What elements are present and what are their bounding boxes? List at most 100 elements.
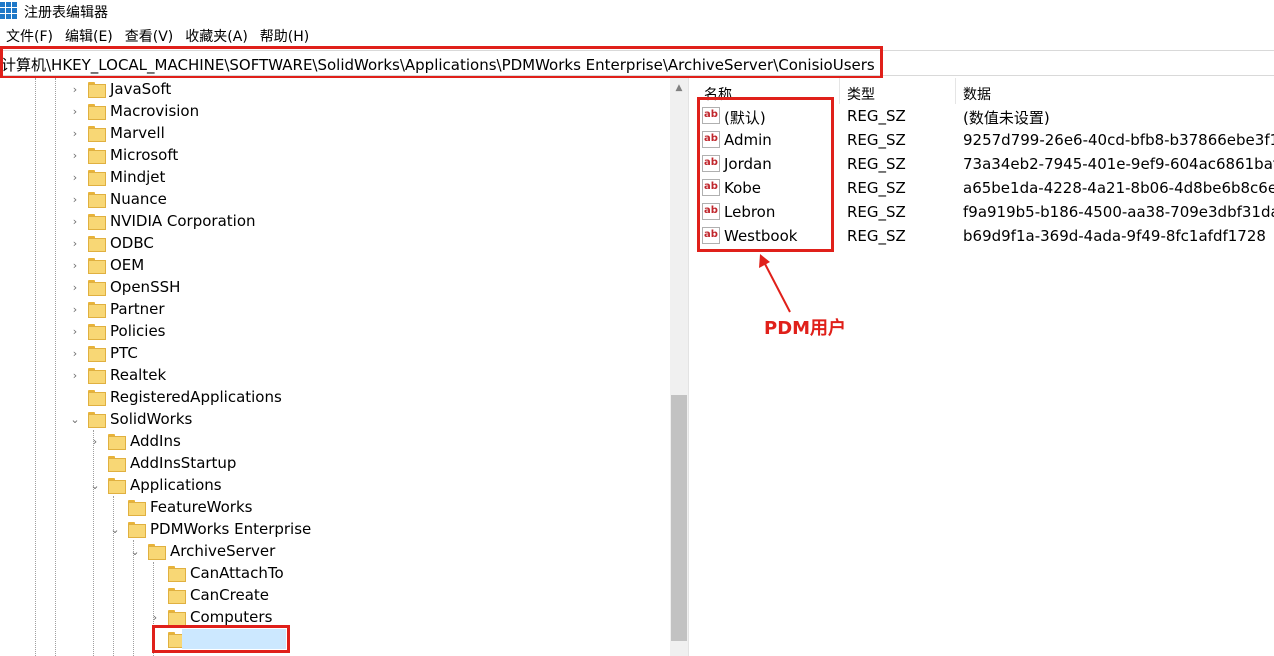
- tree-item[interactable]: ⌄ SolidWorks: [68, 408, 192, 430]
- pane-splitter[interactable]: [688, 78, 696, 656]
- chevron-right-icon[interactable]: ›: [68, 276, 82, 298]
- tree-item[interactable]: › Realtek: [68, 364, 166, 386]
- chevron-right-icon[interactable]: ›: [68, 210, 82, 232]
- no-expander: [148, 562, 162, 584]
- chevron-right-icon[interactable]: ›: [68, 364, 82, 386]
- window-title: 注册表编辑器: [24, 5, 108, 21]
- chevron-right-icon[interactable]: ›: [68, 232, 82, 254]
- tree-item[interactable]: › Policies: [68, 320, 165, 342]
- tree-item[interactable]: › OpenSSH: [68, 276, 180, 298]
- value-data: 9257d799-26e6-40cd-bfb8-b37866ebe3f1: [963, 131, 1274, 149]
- selected-key-highlight-box: [152, 625, 290, 653]
- value-type: REG_SZ: [847, 155, 906, 173]
- tree-item-label: CanCreate: [190, 586, 270, 604]
- column-header-type[interactable]: 类型: [847, 82, 875, 106]
- tree-item[interactable]: RegisteredApplications: [68, 386, 282, 408]
- tree-item[interactable]: AddInsStartup: [88, 452, 236, 474]
- tree-item-label: OEM: [110, 256, 145, 274]
- tree-item[interactable]: › PTC: [68, 342, 138, 364]
- chevron-right-icon[interactable]: ›: [68, 144, 82, 166]
- folder-icon: [148, 544, 166, 560]
- scroll-up-icon[interactable]: ▲: [671, 80, 687, 96]
- chevron-down-icon[interactable]: ⌄: [68, 408, 82, 430]
- tree-item[interactable]: › Microsoft: [68, 144, 178, 166]
- chevron-right-icon[interactable]: ›: [68, 166, 82, 188]
- tree-item[interactable]: ⌄ PDMWorks Enterprise: [108, 518, 311, 540]
- tree-item[interactable]: CanCreate: [148, 584, 269, 606]
- folder-icon: [88, 390, 106, 406]
- tree-item-label: SolidWorks: [110, 410, 193, 428]
- title-bar: 注册表编辑器: [0, 0, 1274, 24]
- tree-item[interactable]: CanAttachTo: [148, 562, 284, 584]
- tree-scrollbar-thumb[interactable]: [671, 395, 687, 641]
- tree-item-label: AddIns: [130, 432, 181, 450]
- tree-item-label: Marvell: [110, 124, 165, 142]
- folder-icon: [168, 566, 186, 582]
- tree-item-label: Mindjet: [110, 168, 166, 186]
- tree-item[interactable]: FeatureWorks: [108, 496, 252, 518]
- value-data: f9a919b5-b186-4500-aa38-709e3dbf31da: [963, 203, 1274, 221]
- chevron-right-icon[interactable]: ›: [68, 188, 82, 210]
- chevron-down-icon[interactable]: ⌄: [108, 518, 122, 540]
- tree-item[interactable]: › JavaSoft: [68, 78, 171, 100]
- chevron-right-icon[interactable]: ›: [68, 254, 82, 276]
- annotation-arrow-icon: [759, 254, 791, 313]
- value-data: (数值未设置): [963, 109, 1050, 127]
- folder-icon: [88, 148, 106, 164]
- tree-item[interactable]: › Partner: [68, 298, 165, 320]
- chevron-right-icon[interactable]: ›: [68, 78, 82, 100]
- chevron-right-icon[interactable]: ›: [88, 430, 102, 452]
- tree-item[interactable]: › NVIDIA Corporation: [68, 210, 256, 232]
- no-expander: [88, 452, 102, 474]
- tree-item-label: Applications: [130, 476, 222, 494]
- folder-icon: [88, 82, 106, 98]
- menu-view[interactable]: 查看(V): [119, 26, 180, 48]
- tree-item[interactable]: ⌄ Applications: [88, 474, 222, 496]
- tree-item-label: Nuance: [110, 190, 167, 208]
- folder-icon: [88, 214, 106, 230]
- folder-icon: [168, 588, 186, 604]
- tree-item[interactable]: › OEM: [68, 254, 144, 276]
- tree-item-label: AddInsStartup: [130, 454, 237, 472]
- column-header-data[interactable]: 数据: [963, 82, 991, 106]
- folder-icon: [168, 610, 186, 626]
- tree-item-label: Microsoft: [110, 146, 179, 164]
- tree-item[interactable]: › Nuance: [68, 188, 167, 210]
- folder-icon: [88, 302, 106, 318]
- folder-icon: [88, 236, 106, 252]
- no-expander: [68, 386, 82, 408]
- value-type: REG_SZ: [847, 203, 906, 221]
- chevron-right-icon[interactable]: ›: [68, 122, 82, 144]
- value-data: a65be1da-4228-4a21-8b06-4d8be6b8c6e1: [963, 179, 1274, 197]
- tree-item[interactable]: ⌄ ArchiveServer: [128, 540, 275, 562]
- folder-icon: [88, 280, 106, 296]
- folder-icon: [88, 368, 106, 384]
- tree-item-label: NVIDIA Corporation: [110, 212, 256, 230]
- folder-icon: [88, 324, 106, 340]
- tree-item[interactable]: › AddIns: [88, 430, 181, 452]
- chevron-down-icon[interactable]: ⌄: [88, 474, 102, 496]
- tree-item[interactable]: › Marvell: [68, 122, 165, 144]
- user-names-highlight-box: [697, 97, 834, 252]
- chevron-right-icon[interactable]: ›: [68, 100, 82, 122]
- tree-item[interactable]: › Mindjet: [68, 166, 165, 188]
- menu-help[interactable]: 帮助(H): [254, 26, 315, 48]
- menu-edit[interactable]: 编辑(E): [59, 26, 119, 48]
- tree-item-label: Partner: [110, 300, 165, 318]
- menu-favorites[interactable]: 收藏夹(A): [179, 26, 254, 48]
- chevron-right-icon[interactable]: ›: [68, 342, 82, 364]
- folder-icon: [108, 456, 126, 472]
- regedit-app-icon: [0, 2, 18, 20]
- tree-item-label: ODBC: [110, 234, 154, 252]
- menu-file[interactable]: 文件(F): [0, 26, 59, 48]
- key-tree-pane[interactable]: › JavaSoft › Macrovision › Marvell › Microsoft ›…: [0, 78, 688, 656]
- tree-item[interactable]: › Macrovision: [68, 100, 199, 122]
- chevron-right-icon[interactable]: ›: [68, 298, 82, 320]
- annotation-label: PDM用户: [764, 318, 847, 339]
- tree-item-label: Policies: [110, 322, 166, 340]
- tree-item[interactable]: › ODBC: [68, 232, 154, 254]
- chevron-right-icon[interactable]: ›: [68, 320, 82, 342]
- tree-item-label: CanAttachTo: [190, 564, 284, 582]
- chevron-down-icon[interactable]: ⌄: [128, 540, 142, 562]
- tree-item-label: Macrovision: [110, 102, 200, 120]
